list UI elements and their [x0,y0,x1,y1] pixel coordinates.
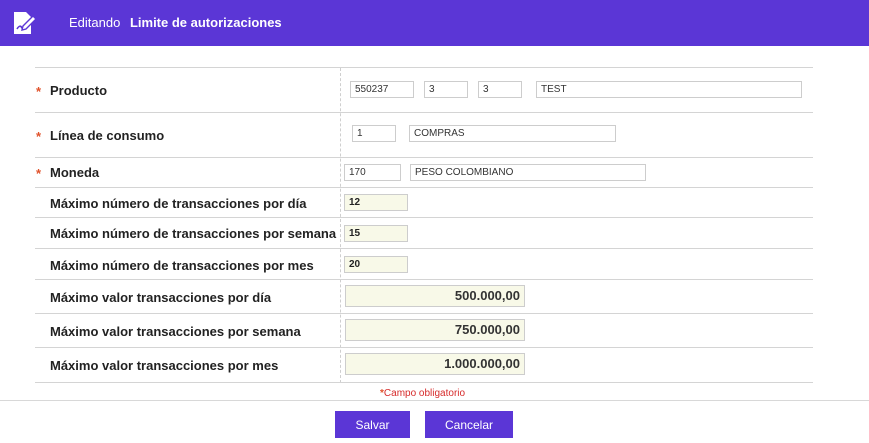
row-max-tx-semana: Máximo número de transacciones por seman… [35,218,813,249]
required-marker: * [36,84,42,99]
footer-divider [0,400,869,401]
moneda-code-field[interactable]: 170 [344,164,401,181]
row-linea-consumo: * Línea de consumo 1 COMPRAS [35,113,813,158]
max-tx-mes-field[interactable]: 20 [344,256,408,273]
max-val-mes-field[interactable]: 1.000.000,00 [345,353,525,375]
linea-name-field[interactable]: COMPRAS [409,125,616,142]
page-header: Editando Limite de autorizaciones [0,0,869,46]
max-val-dia-field[interactable]: 500.000,00 [345,285,525,307]
row-max-val-mes: Máximo valor transacciones por mes 1.000… [35,348,813,383]
required-marker: * [36,129,42,144]
row-max-tx-dia: Máximo número de transacciones por día 1… [35,188,813,218]
linea-code-field[interactable]: 1 [352,125,396,142]
max-val-mes-label: Máximo valor transacciones por mes [50,358,279,373]
edit-document-icon [14,12,37,34]
max-val-semana-field[interactable]: 750.000,00 [345,319,525,341]
row-moneda: * Moneda 170 PESO COLOMBIANO [35,158,813,188]
max-val-semana-label: Máximo valor transacciones por semana [50,324,301,339]
moneda-name-field[interactable]: PESO COLOMBIANO [410,164,646,181]
limits-form: * Producto 550237 3 3 TEST * Línea de co… [35,67,813,383]
producto-sub1-field[interactable]: 3 [424,81,468,98]
max-tx-dia-label: Máximo número de transacciones por día [50,196,307,211]
producto-name-field[interactable]: TEST [536,81,802,98]
required-note-text: Campo obligatorio [383,388,466,399]
max-val-dia-label: Máximo valor transacciones por día [50,290,272,305]
save-button[interactable]: Salvar [335,411,410,438]
max-tx-semana-label: Máximo número de transacciones por seman… [50,226,337,241]
row-max-tx-mes: Máximo número de transacciones por mes 2… [35,249,813,280]
page-title: Editando Limite de autorizaciones [69,15,282,30]
row-max-val-semana: Máximo valor transacciones por semana 75… [35,314,813,348]
linea-label: Línea de consumo [50,128,165,143]
required-marker: * [36,166,42,181]
max-tx-dia-field[interactable]: 12 [344,194,408,211]
moneda-label: Moneda [50,165,100,180]
row-producto: * Producto 550237 3 3 TEST [35,68,813,113]
producto-code-field[interactable]: 550237 [350,81,414,98]
max-tx-semana-field[interactable]: 15 [344,225,408,242]
cancel-button[interactable]: Cancelar [425,411,513,438]
producto-label: Producto [50,83,108,98]
row-max-val-dia: Máximo valor transacciones por día 500.0… [35,280,813,314]
title-name: Limite de autorizaciones [129,15,282,30]
producto-sub2-field[interactable]: 3 [478,81,522,98]
max-tx-mes-label: Máximo número de transacciones por mes [50,258,314,273]
required-note: *Campo obligatorio [380,388,465,399]
title-prefix: Editando [69,15,121,30]
